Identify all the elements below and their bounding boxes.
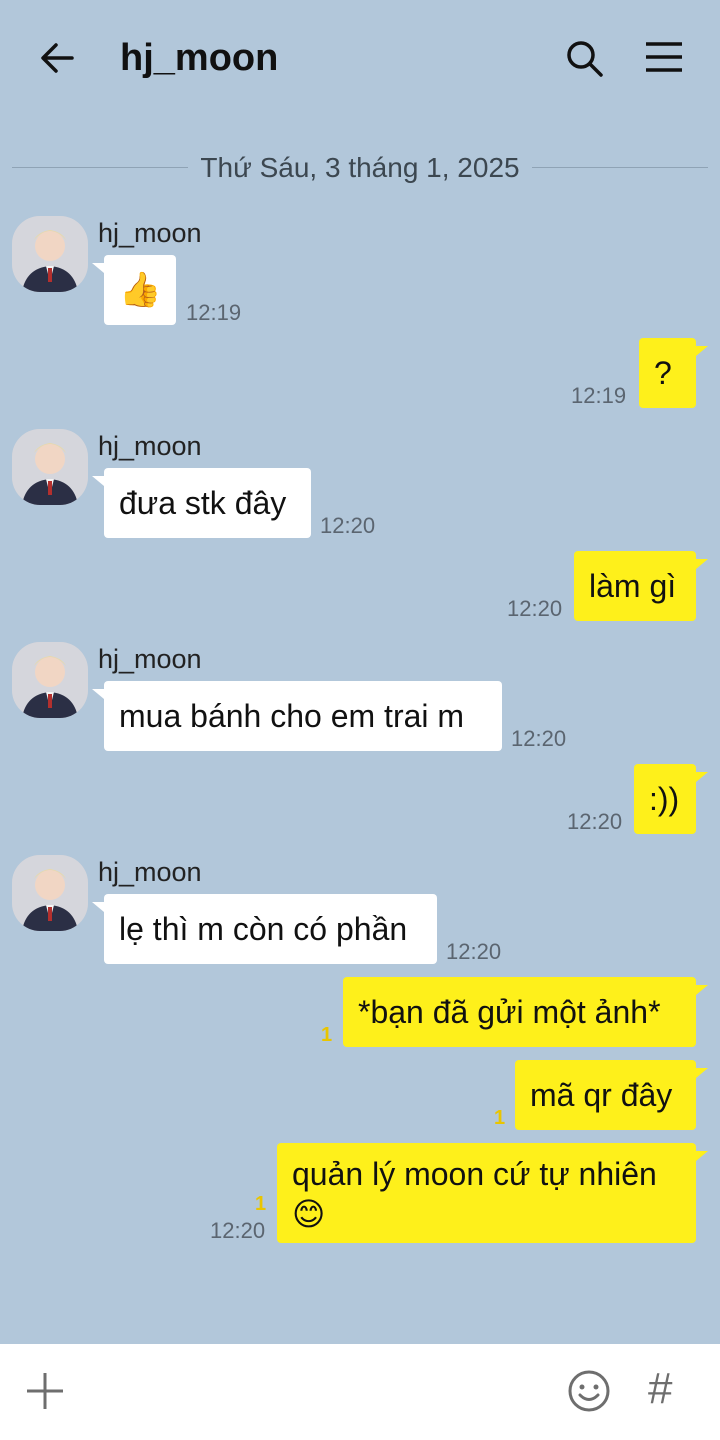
message-input-bar: # (0, 1344, 720, 1440)
date-label: Thứ Sáu, 3 tháng 1, 2025 (200, 152, 520, 183)
message-text: làm gì (589, 568, 677, 604)
search-icon[interactable] (562, 36, 606, 80)
message-text: mua bánh cho em trai m (119, 698, 465, 734)
message-time: 12:20 (210, 1218, 266, 1243)
message-text: quản lý moon cứ tự nhiên (292, 1156, 657, 1192)
plus-icon[interactable] (24, 1370, 66, 1412)
message-time: 12:20 (567, 809, 623, 834)
back-arrow-icon[interactable] (36, 36, 80, 80)
chat-title[interactable]: hj_moon (120, 36, 278, 80)
avatar[interactable] (12, 642, 88, 718)
message-text: ? (654, 355, 672, 391)
message-text: :)) (649, 781, 680, 817)
message-time: 12:20 (446, 939, 502, 964)
message-text: *bạn đã gửi một ảnh* (358, 994, 661, 1030)
chat-header: hj_moon (0, 0, 720, 115)
message-text: mã qr đây (530, 1077, 673, 1113)
unread-count: 1 (255, 1193, 267, 1215)
message-time: 12:20 (511, 726, 567, 751)
message-bubble-outgoing[interactable]: *bạn đã gửi một ảnh* (343, 977, 708, 1047)
message-text: đưa stk đây (119, 485, 287, 521)
avatar[interactable] (12, 429, 88, 505)
sender-name: hj_moon (98, 431, 202, 461)
message-bubble-incoming[interactable]: 👍 (92, 255, 176, 325)
sender-name: hj_moon (98, 644, 202, 674)
message-bubble-incoming[interactable]: đưa stk đây (92, 468, 311, 538)
message-bubble-outgoing[interactable]: quản lý moon cứ tự nhiên 😊 (277, 1143, 708, 1243)
message-bubble-incoming[interactable]: mua bánh cho em trai m (92, 681, 502, 751)
avatar[interactable] (12, 855, 88, 931)
message-bubble-outgoing[interactable]: ? (639, 338, 708, 408)
menu-icon[interactable] (642, 36, 686, 80)
sender-name: hj_moon (98, 857, 202, 887)
thumbs-up-emoji: 👍 (119, 271, 162, 309)
unread-count: 1 (321, 1024, 333, 1046)
message-text: lẹ thì m còn có phần (119, 911, 408, 947)
message-time: 12:19 (186, 300, 242, 325)
date-separator: Thứ Sáu, 3 tháng 1, 2025 (12, 150, 708, 186)
message-time: 12:20 (507, 596, 563, 621)
avatar[interactable] (12, 216, 88, 292)
divider-right (532, 167, 708, 168)
smiley-icon[interactable] (566, 1368, 612, 1414)
sender-name: hj_moon (98, 218, 202, 248)
message-time: 12:20 (320, 513, 376, 538)
message-bubble-outgoing[interactable]: mã qr đây (515, 1060, 708, 1130)
message-time: 12:19 (571, 383, 627, 408)
unread-count: 1 (494, 1107, 506, 1129)
message-bubble-outgoing[interactable]: :)) (634, 764, 708, 834)
message-bubble-incoming[interactable]: lẹ thì m còn có phần (92, 894, 437, 964)
smiling-face-emoji: 😊 (292, 1196, 326, 1232)
hash-icon[interactable]: # (648, 1366, 672, 1412)
message-bubble-outgoing[interactable]: làm gì (574, 551, 708, 621)
